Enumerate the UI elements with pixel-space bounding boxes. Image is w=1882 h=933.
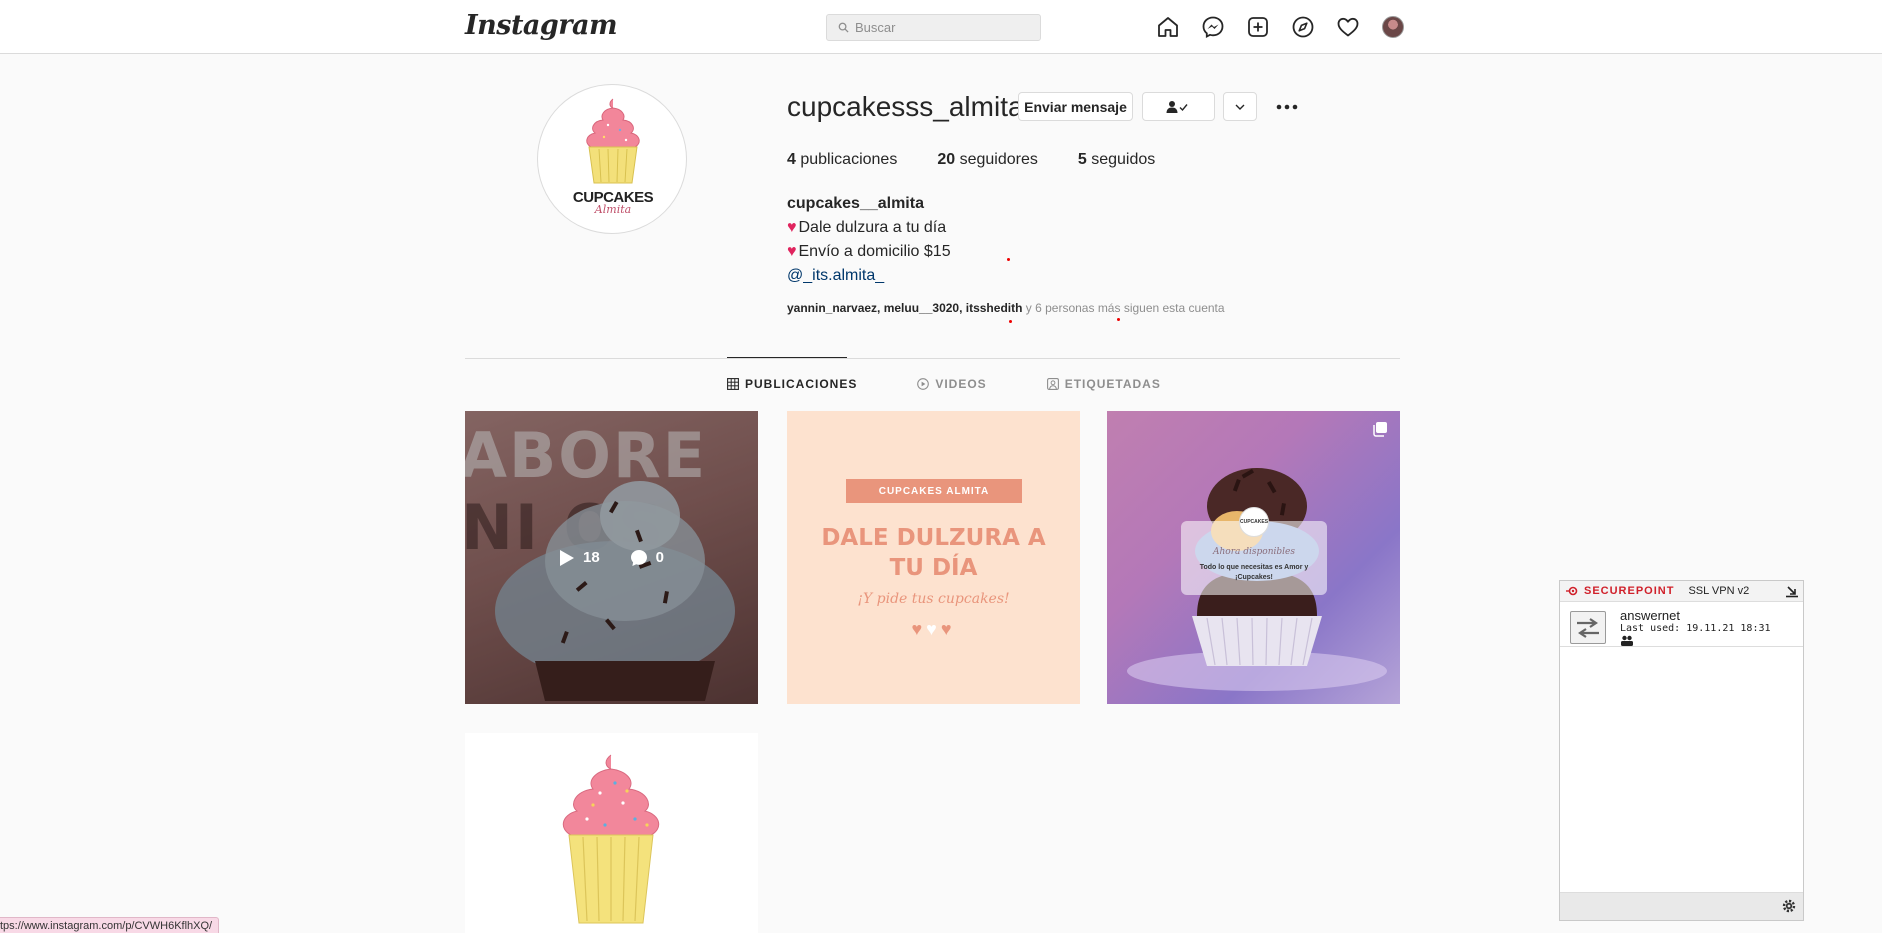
bio-line-2: Envío a domicilio $15 — [798, 243, 951, 260]
bio-display-name: cupcakes__almita — [787, 195, 924, 212]
followed-by-users: yannin_narvaez, meluu__3020, itsshedith — [787, 301, 1023, 315]
post-thumbnail-video[interactable]: ABORE NI OS 18 0 — [465, 411, 758, 704]
nav-avatar — [1381, 16, 1404, 38]
more-options-icon[interactable] — [1272, 98, 1302, 116]
following-button[interactable] — [1142, 92, 1215, 121]
avatar-script-text: Almita — [594, 203, 632, 216]
post-hover-overlay: 18 0 — [465, 411, 758, 704]
tab-posts[interactable]: PUBLICACIONES — [727, 377, 857, 391]
connect-arrows-icon[interactable] — [1570, 611, 1606, 644]
posts-label: publicaciones — [800, 151, 898, 168]
hearts-decoration-icon: ♥♥♥ — [911, 619, 956, 639]
following-check-icon — [1166, 100, 1188, 113]
red-heart-icon: ♥ — [787, 243, 797, 260]
tab-videos-label: VIDEOS — [935, 377, 987, 391]
tab-videos[interactable]: VIDEOS — [917, 377, 986, 391]
following-label: seguidos — [1091, 151, 1156, 168]
followers-label: seguidores — [959, 151, 1038, 168]
vpn-brand: SECUREPOINT — [1584, 585, 1675, 597]
bio-mention-link[interactable]: @_its.almita_ — [787, 264, 951, 288]
post-title-line-2: TU DÍA — [889, 555, 978, 581]
post-thumbnail[interactable] — [465, 733, 758, 933]
bio-line-1: Dale dulzura a tu día — [798, 219, 947, 236]
bio-line: ♥ Envío a domicilio $15 — [787, 240, 951, 264]
profile-avatar[interactable]: CUPCAKES Almita — [537, 84, 687, 234]
followed-by-rest: y 6 personas más siguen esta cuenta — [1022, 301, 1225, 315]
chevron-down-icon — [1235, 104, 1245, 110]
nav-icons — [1155, 14, 1405, 39]
red-dot-artifact — [1117, 318, 1120, 321]
carousel-multiple-icon — [1373, 422, 1387, 437]
bio-line: ♥ Dale dulzura a tu día — [787, 216, 951, 240]
red-dot-artifact — [1009, 320, 1012, 323]
tagged-user-icon — [1046, 378, 1059, 390]
profile-username: cupcakesss_almita — [787, 91, 1024, 122]
play-count-value: 18 — [582, 549, 600, 566]
messenger-icon[interactable] — [1200, 14, 1225, 39]
home-icon[interactable] — [1155, 14, 1180, 39]
search-input[interactable] — [855, 20, 1035, 35]
search-box[interactable] — [826, 14, 1041, 41]
profile-tabs: PUBLICACIONES VIDEOS ETIQUETADAS — [727, 377, 1161, 391]
posts-stat: 4 publicaciones — [787, 151, 897, 169]
send-message-button[interactable]: Enviar mensaje — [1018, 92, 1133, 121]
active-tab-indicator — [727, 357, 847, 358]
posts-count: 4 — [787, 151, 796, 168]
comment-count-value: 0 — [655, 549, 665, 566]
new-post-icon[interactable] — [1245, 14, 1270, 39]
minimize-to-tray-icon[interactable] — [1785, 584, 1799, 598]
red-dot-artifact — [1007, 258, 1010, 261]
activity-heart-icon[interactable] — [1335, 14, 1360, 39]
red-heart-icon: ♥ — [787, 219, 797, 236]
post-thumbnail[interactable]: CUPCAKES ALMITA DALE DULZURA A TU DÍA ¡Y… — [787, 411, 1080, 704]
post-badge: CUPCAKES ALMITA — [846, 479, 1022, 503]
play-icon — [559, 549, 574, 566]
following-stat[interactable]: 5 seguidos — [1078, 151, 1155, 169]
cupcake-photo — [562, 754, 660, 924]
instagram-logo[interactable]: Instagram — [465, 10, 618, 41]
followed-by-text[interactable]: yannin_narvaez, meluu__3020, itsshedith … — [787, 301, 1225, 315]
following-count: 5 — [1077, 151, 1087, 168]
post-title: DALE DULZURA A TU DÍA — [787, 523, 1080, 583]
status-bar-url: tps://www.instagram.com/p/CVWH6KflhXQ/ — [0, 917, 220, 933]
vpn-titlebar: SECUREPOINT SSL VPN v2 — [1560, 581, 1803, 602]
securepoint-logo-icon — [1566, 586, 1578, 596]
followers-count: 20 — [937, 151, 956, 168]
post-promo-card: CUPCAKES Ahora disponibles Todo lo que n… — [1181, 507, 1327, 595]
post-title-line-1: DALE DULZURA A — [821, 525, 1046, 551]
suggestions-dropdown-button[interactable] — [1223, 92, 1257, 121]
post-thumbnail-carousel[interactable]: CUPCAKES Ahora disponibles Todo lo que n… — [1107, 411, 1400, 704]
tab-tagged[interactable]: ETIQUETADAS — [1046, 377, 1161, 391]
explore-icon[interactable] — [1290, 14, 1315, 39]
post-tagline: Todo lo que necesitas es Amor y ¡Cupcake… — [1199, 564, 1309, 581]
profile-stats: 4 publicaciones 20 seguidores 5 seguidos — [787, 151, 1155, 169]
grid-icon — [727, 378, 739, 390]
vpn-client-window: SECUREPOINT SSL VPN v2 answernet Last us… — [1559, 580, 1804, 921]
user-group-icon — [1621, 635, 1633, 646]
followers-stat[interactable]: 20 seguidores — [937, 151, 1038, 169]
vpn-footer — [1560, 892, 1803, 920]
tabs-divider — [465, 358, 1400, 359]
vpn-title: SSL VPN v2 — [1688, 585, 1750, 597]
post-script-text: Ahora disponibles — [1213, 547, 1295, 557]
video-play-icon — [917, 378, 930, 390]
vpn-connection-name: answernet — [1620, 608, 1680, 623]
comment-count: 0 — [630, 549, 664, 567]
play-count: 18 — [559, 549, 600, 567]
profile-bio: cupcakes__almita ♥ Dale dulzura a tu día … — [787, 192, 951, 288]
tab-posts-label: PUBLICACIONES — [745, 377, 858, 391]
vpn-last-used: Last used: 19.11.21 18:31 — [1620, 623, 1771, 634]
tab-tagged-label: ETIQUETADAS — [1064, 377, 1161, 391]
search-icon — [838, 22, 849, 33]
comment-icon — [630, 549, 647, 566]
vpn-connection-row[interactable]: answernet Last used: 19.11.21 18:31 — [1560, 602, 1803, 647]
post-subtitle: ¡Y pide tus cupcakes! — [857, 591, 1010, 607]
settings-gear-icon[interactable] — [1781, 898, 1797, 914]
top-navbar: Instagram — [0, 0, 1882, 54]
profile-avatar-icon[interactable] — [1380, 14, 1405, 39]
post-logo: CUPCAKES — [1239, 507, 1269, 537]
